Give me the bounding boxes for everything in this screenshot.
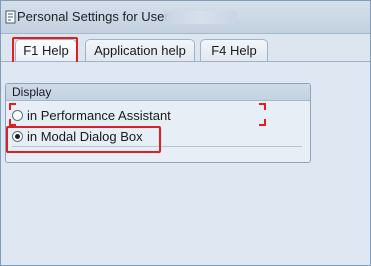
settings-document-icon bbox=[5, 10, 16, 24]
group-header: Display bbox=[6, 84, 310, 101]
tab-application-help[interactable]: Application help bbox=[85, 39, 195, 62]
group-title: Display bbox=[12, 85, 52, 99]
masked-user-name bbox=[164, 11, 237, 24]
corner-marker bbox=[9, 103, 16, 110]
corner-marker bbox=[259, 103, 266, 110]
tab-content: Display in Performance Assistant in Moda… bbox=[1, 62, 370, 265]
corner-marker bbox=[259, 119, 266, 126]
option-highlight-annotation bbox=[6, 126, 161, 153]
option-label: in Performance Assistant bbox=[27, 108, 171, 123]
title-bar: Personal Settings for User bbox=[1, 1, 370, 34]
tab-label: Application help bbox=[94, 43, 186, 58]
settings-window: Personal Settings for User F1 Help Appli… bbox=[0, 0, 371, 266]
option-performance-assistant[interactable]: in Performance Assistant bbox=[12, 108, 202, 124]
tab-f4-help[interactable]: F4 Help bbox=[200, 39, 268, 62]
tab-label: F4 Help bbox=[211, 43, 257, 58]
corner-marker bbox=[9, 119, 16, 126]
window-title: Personal Settings for User bbox=[17, 9, 169, 24]
